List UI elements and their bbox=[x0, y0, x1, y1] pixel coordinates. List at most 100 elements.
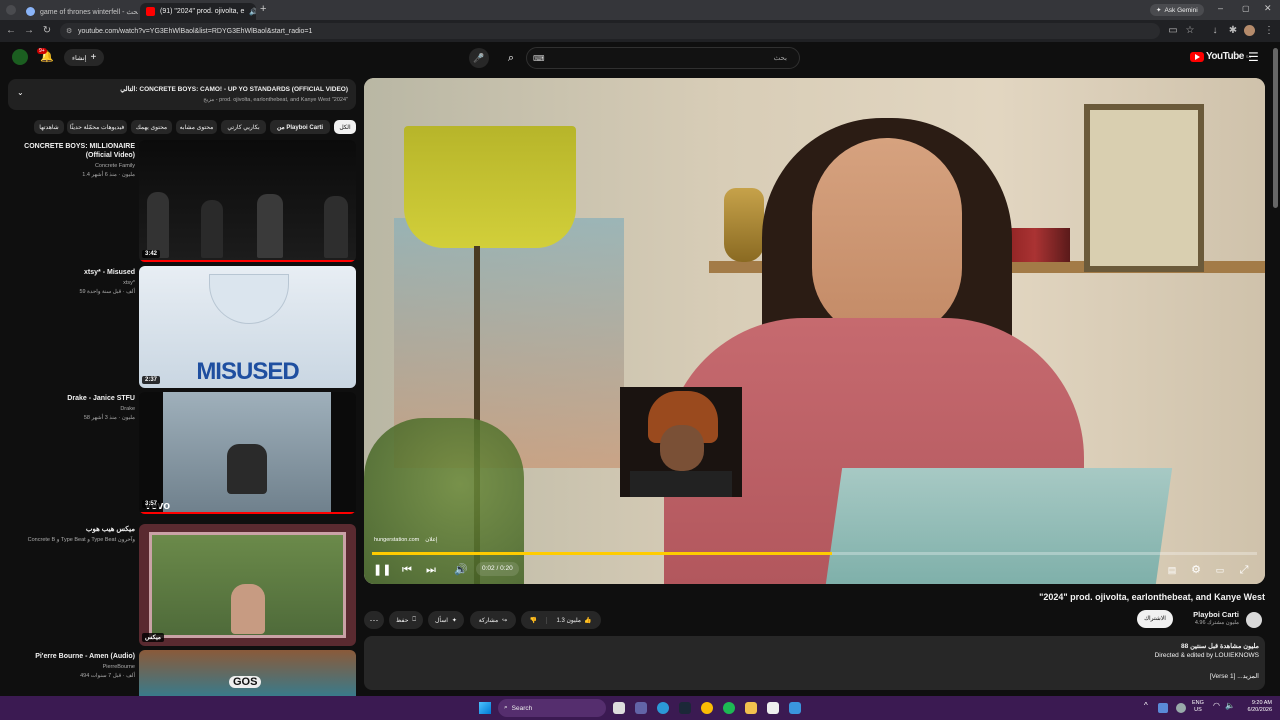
language-indicator[interactable]: ENG US bbox=[1192, 700, 1204, 714]
playlist-item-channel[interactable]: PierreBourne bbox=[10, 663, 135, 671]
playlist-item-title[interactable]: ميكس هيب هوب bbox=[10, 525, 135, 534]
store-icon[interactable] bbox=[789, 702, 801, 714]
install-icon[interactable]: ▭ bbox=[1166, 24, 1180, 38]
playlist-item-channel[interactable]: Concrete Family bbox=[10, 162, 135, 170]
windows-start-icon[interactable] bbox=[479, 702, 491, 714]
edge-icon[interactable] bbox=[657, 702, 669, 714]
volume-icon[interactable]: 🔊 bbox=[454, 563, 468, 577]
chevron-down-icon[interactable]: ⌄ bbox=[17, 88, 24, 97]
notification-count-badge: 9+ bbox=[37, 48, 47, 54]
url-text: youtube.com/watch?v=YG3EhWlBaol&list=RDY… bbox=[78, 27, 313, 35]
wifi-icon[interactable]: ◠ bbox=[1213, 701, 1220, 710]
chip-related[interactable]: محتوى مشابه bbox=[176, 120, 217, 134]
back-icon[interactable]: ← bbox=[4, 24, 18, 38]
tab-google-search[interactable]: game of thrones winterfell - بحث × bbox=[20, 3, 138, 20]
steam-icon[interactable] bbox=[679, 702, 691, 714]
forward-icon[interactable]: → bbox=[22, 24, 36, 38]
chip-carti-topic[interactable]: بكاريي كارتي bbox=[221, 120, 266, 134]
new-tab-button[interactable]: + bbox=[260, 3, 266, 15]
description-box[interactable]: 88 مليون مشاهدة قبل سنتين Directed & edi… bbox=[364, 636, 1265, 690]
next-button[interactable]: ⏭ bbox=[424, 563, 438, 577]
tray-cloud-icon[interactable] bbox=[1176, 703, 1186, 713]
ad-info[interactable]: hungerstation.com إعلان bbox=[374, 537, 437, 543]
playlist-item-channel[interactable]: xtsy* bbox=[10, 279, 135, 287]
site-info-icon[interactable]: ⚙ bbox=[66, 27, 72, 35]
maximize-button[interactable]: ▢ bbox=[1242, 4, 1250, 13]
chip-recently-uploaded[interactable]: فيديوهات محمّلة حديثًا bbox=[67, 120, 127, 134]
spotify-icon[interactable] bbox=[723, 702, 735, 714]
tray-app-icon[interactable] bbox=[1158, 703, 1168, 713]
playlist-item-thumbnail[interactable]: ميكس bbox=[139, 524, 356, 646]
tab-youtube-video[interactable]: (91) "2024" prod. ojivolta, e 🔊 × bbox=[140, 3, 256, 20]
chrome-menu-icon[interactable]: ⋮ bbox=[1262, 24, 1276, 38]
video-player[interactable]: hungerstation.com إعلان ❚❚ ⏮ ⏭ 🔊 0:02 / … bbox=[364, 78, 1265, 584]
subscribe-button[interactable]: الاشتراك bbox=[1137, 610, 1173, 628]
chip-from-playboi-carti[interactable]: من Playboi Carti bbox=[270, 120, 330, 134]
playlist-item-thumbnail[interactable]: GOS bbox=[139, 650, 356, 696]
task-view-icon[interactable] bbox=[613, 702, 625, 714]
progress-track[interactable] bbox=[372, 552, 1257, 555]
description-line-2[interactable]: [Verse 1] ...المزيد bbox=[1210, 672, 1259, 680]
extensions-icon[interactable]: ✱ bbox=[1226, 24, 1240, 38]
playlist-item-thumbnail[interactable]: 3:42 bbox=[139, 140, 356, 262]
playlist-item-thumbnail[interactable]: vevo 3:57 bbox=[139, 392, 356, 514]
save-button[interactable]: حفظ ⎕ bbox=[389, 611, 423, 629]
channel-avatar[interactable] bbox=[1246, 612, 1262, 628]
up-next-title: التالي: CONCRETE BOYS: CAMO! - UP YO STA… bbox=[120, 85, 348, 93]
playlist-item-title[interactable]: Drake - Janice STFU bbox=[10, 394, 135, 403]
settings-gear-icon[interactable]: ⚙ bbox=[1189, 563, 1203, 577]
file-explorer-icon[interactable] bbox=[745, 702, 757, 714]
address-bar[interactable]: ⚙ youtube.com/watch?v=YG3EhWlBaol&list=R… bbox=[60, 23, 1160, 39]
playlist-item-thumbnail[interactable]: MISUSED 2:37 bbox=[139, 266, 356, 388]
keyboard-icon[interactable]: ⌨ bbox=[533, 54, 545, 63]
speaker-icon[interactable]: 🔊 bbox=[249, 8, 256, 16]
dislike-button[interactable]: 👎 bbox=[521, 616, 547, 624]
subtitles-icon[interactable]: ▤ bbox=[1165, 563, 1179, 577]
ask-button[interactable]: اسأل ✦ bbox=[428, 611, 464, 629]
ad-site[interactable]: hungerstation.com bbox=[374, 537, 419, 543]
pause-button[interactable]: ❚❚ bbox=[373, 563, 391, 577]
page-scrollbar[interactable] bbox=[1273, 48, 1278, 208]
youtube-logo[interactable]: YouTube SA bbox=[1190, 51, 1251, 62]
chip-for-you[interactable]: محتوى يهمك bbox=[131, 120, 172, 134]
minimize-button[interactable]: – bbox=[1218, 3, 1223, 13]
share-button[interactable]: مشاركة ↪ bbox=[470, 611, 516, 629]
chip-watched[interactable]: شاهدتها bbox=[34, 120, 64, 134]
tab-search-icon[interactable] bbox=[6, 5, 16, 15]
voice-search-button[interactable]: 🎤 bbox=[469, 48, 489, 68]
account-avatar[interactable] bbox=[12, 49, 28, 65]
like-count: 1.3 مليون bbox=[556, 617, 582, 624]
reload-icon[interactable]: ↻ bbox=[40, 24, 54, 38]
clock[interactable]: 9:20 AM 6/20/2026 bbox=[1236, 700, 1272, 714]
teams-icon[interactable] bbox=[635, 702, 647, 714]
download-icon[interactable]: ↓ bbox=[1208, 24, 1222, 38]
playlist-item-channel[interactable]: Drake bbox=[10, 405, 135, 413]
scene-person-face bbox=[812, 138, 962, 338]
ask-label: اسأل bbox=[435, 617, 448, 624]
close-window-button[interactable]: ✕ bbox=[1264, 3, 1272, 14]
playlist-header[interactable]: ⌄ التالي: CONCRETE BOYS: CAMO! - UP YO S… bbox=[8, 79, 356, 110]
chip-all[interactable]: الكل bbox=[334, 120, 356, 134]
ask-gemini-button[interactable]: ✦ Ask Gemini bbox=[1150, 4, 1204, 16]
previous-button[interactable]: ⏮ bbox=[400, 563, 414, 577]
search-input[interactable]: ⌨ بحث bbox=[526, 47, 800, 69]
capcut-icon[interactable] bbox=[767, 702, 779, 714]
chrome-icon[interactable] bbox=[701, 702, 713, 714]
time-display: 0:02 / 0:20 bbox=[476, 562, 519, 576]
fullscreen-icon[interactable]: ⤢ bbox=[1237, 563, 1251, 577]
profile-avatar[interactable] bbox=[1244, 25, 1255, 36]
playlist-item-title[interactable]: xtsy* - Misused bbox=[10, 268, 135, 277]
create-button[interactable]: إنشاء + bbox=[64, 49, 105, 66]
guide-menu-icon[interactable]: ☰ bbox=[1248, 50, 1259, 64]
like-button[interactable]: 1.3 مليون 👍 bbox=[547, 617, 601, 624]
volume-tray-icon[interactable]: 🔈 bbox=[1225, 701, 1235, 710]
playlist-item-meta: 494 ألف · قبل 7 سنوات bbox=[80, 673, 135, 679]
taskbar-search-box[interactable]: ⌕ Search bbox=[498, 699, 606, 717]
search-icon[interactable]: ⌕ bbox=[502, 49, 520, 67]
theater-mode-icon[interactable]: ▭ bbox=[1213, 563, 1227, 577]
tray-chevron-icon[interactable]: ^ bbox=[1144, 701, 1148, 710]
playlist-item-title[interactable]: CONCRETE BOYS: MILLIONAIRE (Official Vid… bbox=[10, 142, 135, 160]
playlist-item-title[interactable]: Pi'erre Bourne - Amen (Audio) bbox=[10, 652, 135, 661]
more-actions-button[interactable]: ⋯ bbox=[364, 611, 384, 629]
bookmark-star-icon[interactable]: ☆ bbox=[1183, 24, 1197, 38]
